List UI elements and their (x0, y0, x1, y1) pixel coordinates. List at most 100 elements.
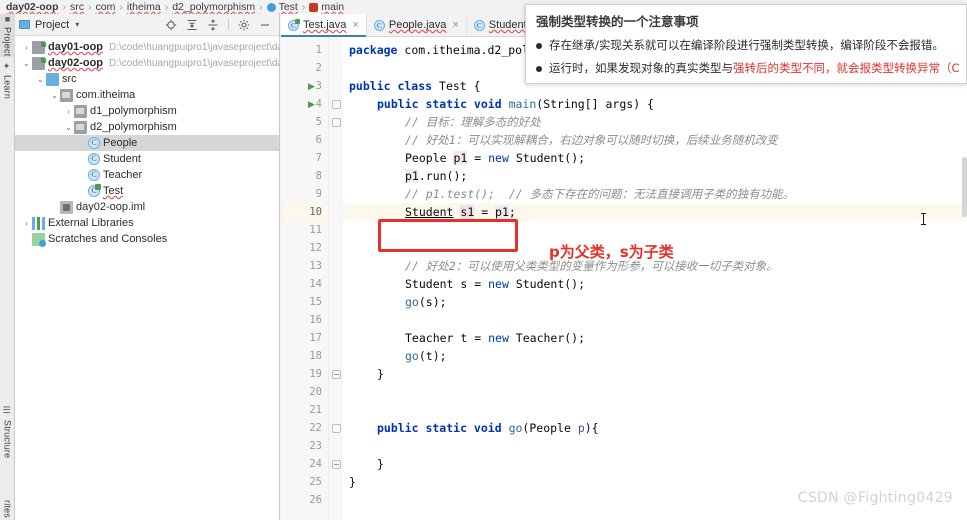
line-number: 14 (309, 278, 322, 290)
breadcrumb-item-src[interactable]: src (70, 1, 84, 13)
code-line[interactable]: p1.run(); (405, 167, 467, 185)
tree-item-test[interactable]: C Test (15, 183, 279, 199)
close-icon[interactable]: × (452, 19, 458, 31)
breadcrumb-item-com[interactable]: com (96, 1, 116, 13)
tree-item-day02-oop[interactable]: ⌄ day02-oop D:\code\huangpuipro1\javasepro… (15, 55, 279, 71)
rail-item-project[interactable]: ■ Project (0, 14, 15, 57)
chevron-down-icon[interactable]: ⌄ (21, 59, 32, 68)
class-icon: C (88, 169, 100, 181)
line-number: 12 (309, 242, 322, 254)
expand-collapse-icon[interactable] (207, 18, 219, 31)
project-panel-title: Project (35, 18, 70, 31)
tree-item-d2-polymorphism[interactable]: ⌄ d2_polymorphism (15, 119, 279, 135)
chevron-right-icon[interactable]: › (63, 107, 74, 116)
popup-bullet-text: 存在继承/实现关系就可以在编译阶段进行强制类型转换，编译阶段不会报错。 (549, 38, 944, 53)
iml-file-icon (60, 200, 73, 214)
tree-item-day02-oop-iml[interactable]: day02-oop.iml (15, 199, 279, 215)
breadcrumb-item-day02-oop[interactable]: day02-oop (6, 1, 59, 13)
locate-icon[interactable] (165, 19, 177, 31)
breadcrumb-item-itheima[interactable]: itheima (127, 1, 161, 13)
code-token: Student (405, 205, 454, 219)
project-panel-title-group[interactable]: Project ▾ (19, 19, 79, 31)
module-folder-icon (32, 56, 46, 70)
editor-tab-people-java[interactable]: C People.java × (367, 14, 467, 36)
code-line[interactable]: go(t); (405, 347, 447, 365)
code-token: // p1.test(); // 多态下存在的问题：无法直接调用子类的独有功能。 (405, 187, 795, 201)
ide-window: day02-oop › src › com › itheima › d2_polymorphis… (0, 0, 967, 520)
rail-item-learn[interactable]: ✦ Learn (0, 62, 15, 99)
tree-item-teacher[interactable]: C Teacher (15, 167, 279, 183)
package-icon (74, 104, 87, 118)
code-line[interactable]: Student s1 = p1; (405, 203, 516, 221)
line-number: 18 (309, 350, 322, 362)
line-number: 19 (309, 368, 322, 380)
chevron-down-icon[interactable]: ⌄ (63, 123, 74, 132)
close-icon[interactable]: × (352, 19, 358, 31)
breadcrumb-item-d2-polymorphism[interactable]: d2_polymorphism (172, 1, 255, 13)
breadcrumb-item-test[interactable]: Test (279, 1, 298, 13)
chevron-down-icon[interactable]: ⌄ (35, 75, 46, 84)
code-line[interactable]: // 目标：理解多态的好处 (405, 113, 541, 131)
rail-item-favorites[interactable]: rites (0, 500, 15, 518)
fold-close-icon[interactable] (332, 460, 341, 469)
gear-icon[interactable] (238, 19, 250, 31)
code-line[interactable]: Student s = new Student(); (405, 275, 585, 293)
code-line[interactable]: People p1 = new Student(); (405, 149, 585, 167)
run-gutter-icon[interactable]: ▶ (308, 77, 320, 95)
editor-tab-test-java[interactable]: C Test.java × (281, 14, 367, 37)
fold-open-icon[interactable] (332, 100, 341, 109)
code-line[interactable]: } (377, 455, 384, 473)
chevron-right-icon[interactable]: › (21, 219, 32, 228)
editor-scrollbar[interactable] (962, 157, 967, 217)
code-line[interactable]: // 好处1：可以实现解耦合，右边对象可以随时切换，后续业务随机改变 (405, 131, 778, 149)
code-token: p1 (405, 169, 419, 183)
toolbar-divider (228, 19, 229, 30)
rail-item-project-label: Project (2, 27, 13, 57)
breadcrumb-item-main[interactable]: main (321, 1, 344, 13)
code-line[interactable]: go(s); (405, 293, 447, 311)
tree-item-label: d1_polymorphism (90, 105, 177, 117)
chevron-down-icon[interactable]: ▾ (75, 20, 79, 29)
line-number-gutter[interactable]: 1 2 3 ▶ 4 ▶ 5 6 7 8 9 10 11 12 13 14 15 16 17 18 19 20 21 22 23 2… (281, 37, 329, 520)
tree-item-com-itheima[interactable]: ⌄ com.itheima (15, 87, 279, 103)
fold-close-icon[interactable] (332, 370, 341, 379)
code-editor[interactable]: 1 2 3 ▶ 4 ▶ 5 6 7 8 9 10 11 12 13 14 15 16 17 18 19 20 21 22 23 2… (281, 37, 967, 520)
line-number: 13 (309, 260, 322, 272)
tree-item-scratches-and-consoles[interactable]: Scratches and Consoles (15, 231, 279, 247)
popup-bullet-item: 运行时，如果发现对象的真实类型与强转后的类型不同，就会报类型转换异常（C (536, 61, 960, 76)
code-line[interactable]: public static void go(People p){ (377, 419, 599, 437)
project-tree[interactable]: › day01-oop D:\code\huangpuipro1\javasepro… (15, 36, 279, 247)
tree-item-external-libraries[interactable]: › External Libraries (15, 215, 279, 231)
tree-item-src[interactable]: ⌄ src (15, 71, 279, 87)
code-line[interactable]: Teacher t = new Teacher(); (405, 329, 585, 347)
tree-item-label: day02-oop.iml (76, 201, 146, 213)
code-line[interactable]: public static void main(String[] args) { (377, 95, 654, 113)
popup-text-plain: 存在继承/实现关系就可以在编译阶段进行强制类型转换，编译阶段不会报错。 (549, 38, 944, 52)
minimize-icon[interactable] (259, 19, 271, 31)
code-token: new (488, 277, 509, 291)
popup-text-plain: 运行时，如果发现对象的真实类型与 (549, 61, 733, 75)
tree-item-d1-polymorphism[interactable]: › d1_polymorphism (15, 103, 279, 119)
tree-item-day01-oop[interactable]: › day01-oop D:\code\huangpuipro1\javasepro… (15, 39, 279, 55)
chevron-down-icon[interactable]: ⌄ (49, 91, 60, 100)
code-line[interactable]: // p1.test(); // 多态下存在的问题：无法直接调用子类的独有功能。 (405, 185, 794, 203)
rail-item-structure[interactable]: ☰ Structure (0, 406, 15, 458)
tree-item-people[interactable]: C People (15, 135, 279, 151)
tree-item-student[interactable]: C Student (15, 151, 279, 167)
rail-item-learn-label: Learn (2, 75, 13, 100)
collapse-all-icon[interactable] (186, 19, 198, 31)
code-line[interactable]: } (377, 365, 384, 383)
code-content[interactable]: package com.itheima.d2_polymorphism; publ… (343, 37, 967, 520)
fold-open-icon[interactable] (332, 118, 341, 127)
code-line[interactable]: } (349, 473, 356, 491)
run-gutter-icon[interactable]: ▶ (308, 95, 320, 113)
mouse-text-cursor (921, 213, 926, 225)
package-icon (74, 120, 87, 134)
code-line[interactable]: public class Test { (349, 77, 481, 95)
code-folding-strip[interactable] (329, 37, 343, 520)
fold-open-icon[interactable] (332, 424, 341, 433)
class-icon: C (88, 137, 100, 149)
chevron-right-icon[interactable]: › (21, 43, 32, 52)
breadcrumb-separator: › (164, 1, 169, 13)
